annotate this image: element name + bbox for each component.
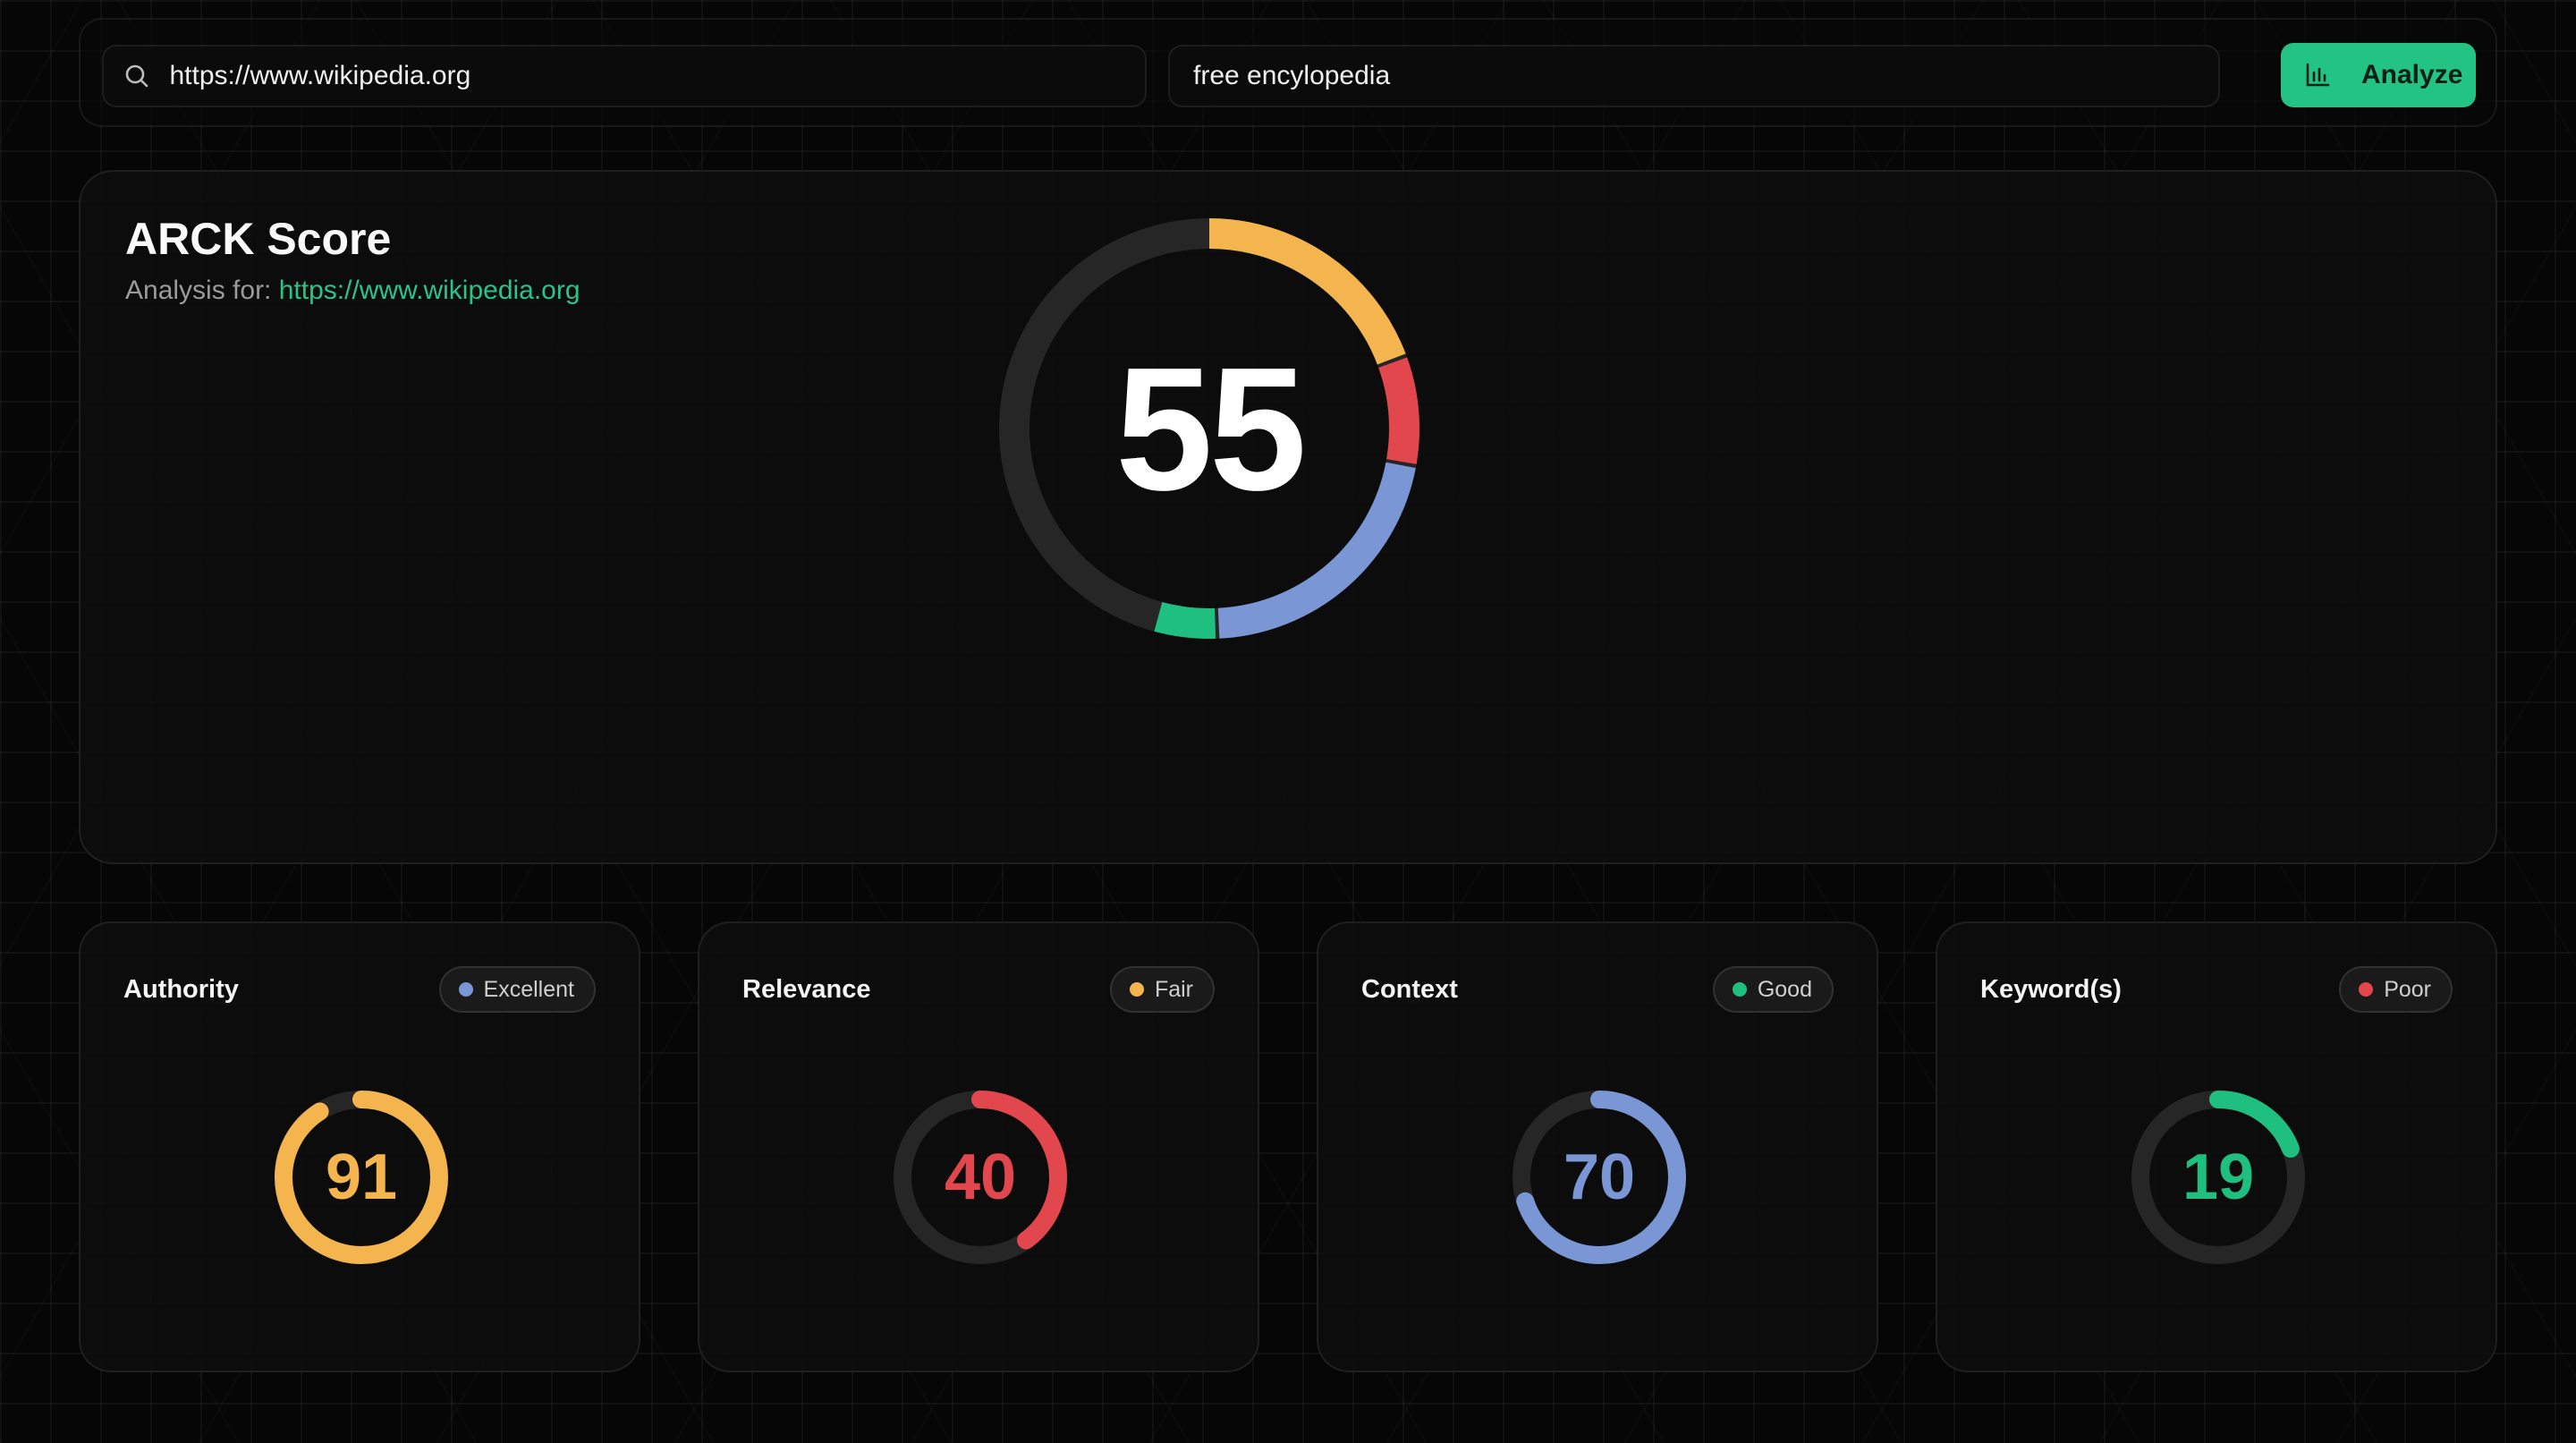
metric-title: Context xyxy=(1361,975,1458,1004)
status-label: Good xyxy=(1757,976,1812,1002)
metric-title: Authority xyxy=(123,975,239,1004)
status-dot xyxy=(1129,982,1144,997)
bar-chart-icon xyxy=(2304,60,2334,90)
search-bar: Analyze xyxy=(79,18,2497,127)
metric-card-authority: Authority Excellent 91 xyxy=(79,921,640,1372)
status-dot xyxy=(2359,982,2374,997)
status-label: Excellent xyxy=(483,976,574,1002)
analysis-url-link[interactable]: https://www.wikipedia.org xyxy=(279,276,580,305)
status-label: Poor xyxy=(2384,976,2431,1002)
status-dot xyxy=(458,982,473,997)
metric-card-context: Context Good 70 xyxy=(1317,921,1878,1372)
metric-title: Relevance xyxy=(742,975,871,1004)
overall-score-value: 55 xyxy=(1114,330,1307,527)
url-field-container[interactable] xyxy=(102,45,1147,107)
status-label: Fair xyxy=(1154,976,1193,1002)
metric-value: 91 xyxy=(325,1142,398,1213)
keyword-field-container[interactable] xyxy=(1168,45,2220,107)
metric-value: 40 xyxy=(944,1142,1017,1213)
status-badge: Poor xyxy=(2339,966,2453,1013)
status-dot xyxy=(1732,982,1747,997)
search-icon xyxy=(120,58,153,94)
status-badge: Good xyxy=(1712,966,1834,1013)
url-input[interactable] xyxy=(169,61,1145,91)
analysis-subtitle: Analysis for: https://www.wikipedia.org xyxy=(125,276,580,306)
metric-card-keywords: Keyword(s) Poor 19 xyxy=(1936,921,2497,1372)
analyze-button-label: Analyze xyxy=(2361,60,2463,89)
metric-value: 19 xyxy=(2182,1142,2255,1213)
analysis-prefix: Analysis for: xyxy=(125,276,272,305)
status-badge: Fair xyxy=(1109,966,1215,1013)
metric-value: 70 xyxy=(1563,1142,1636,1213)
status-badge: Excellent xyxy=(438,966,596,1013)
analyze-button[interactable]: Analyze xyxy=(2281,43,2476,107)
metric-card-relevance: Relevance Fair 40 xyxy=(698,921,1259,1372)
keyword-input[interactable] xyxy=(1193,61,2218,91)
page-title: ARCK Score xyxy=(125,214,392,264)
metric-title: Keyword(s) xyxy=(1980,975,2122,1004)
